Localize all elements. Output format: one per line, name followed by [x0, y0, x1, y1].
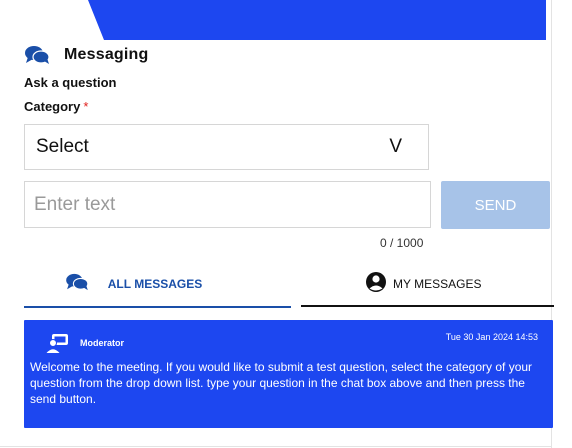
- category-label: Category *: [24, 99, 88, 114]
- category-select[interactable]: Select V: [24, 124, 429, 170]
- ask-question-label: Ask a question: [24, 75, 117, 90]
- character-counter: 0 / 1000: [380, 236, 424, 250]
- message-body: Welcome to the meeting. If you would lik…: [30, 360, 533, 406]
- top-banner: [88, 0, 546, 40]
- message-card: Moderator Tue 30 Jan 2024 14:53 Welcome …: [24, 320, 553, 428]
- user-circle-icon: [365, 271, 387, 298]
- category-label-text: Category: [24, 99, 81, 114]
- bottom-divider: [0, 446, 551, 447]
- send-button[interactable]: SEND: [441, 181, 550, 229]
- dropdown-caret-icon: V: [389, 136, 402, 157]
- page-title: Messaging: [64, 46, 149, 63]
- messaging-header: Messaging: [24, 44, 149, 66]
- required-asterisk: *: [83, 99, 89, 114]
- tab-my-messages[interactable]: MY MESSAGES: [301, 262, 554, 306]
- question-text-input[interactable]: [24, 181, 431, 228]
- tab-all-messages[interactable]: ALL MESSAGES: [24, 262, 291, 306]
- tab-my-messages-label: MY MESSAGES: [393, 277, 482, 291]
- moderator-icon: [46, 332, 70, 359]
- chat-bubbles-icon: [24, 45, 50, 65]
- chat-bubbles-icon: [65, 273, 89, 296]
- tab-my-messages-underline: [301, 305, 554, 307]
- tab-all-messages-underline: [24, 306, 291, 308]
- message-timestamp: Tue 30 Jan 2024 14:53: [445, 332, 538, 342]
- tab-all-messages-label: ALL MESSAGES: [107, 277, 203, 291]
- category-select-value: Select: [36, 136, 89, 157]
- message-author: Moderator: [80, 338, 125, 348]
